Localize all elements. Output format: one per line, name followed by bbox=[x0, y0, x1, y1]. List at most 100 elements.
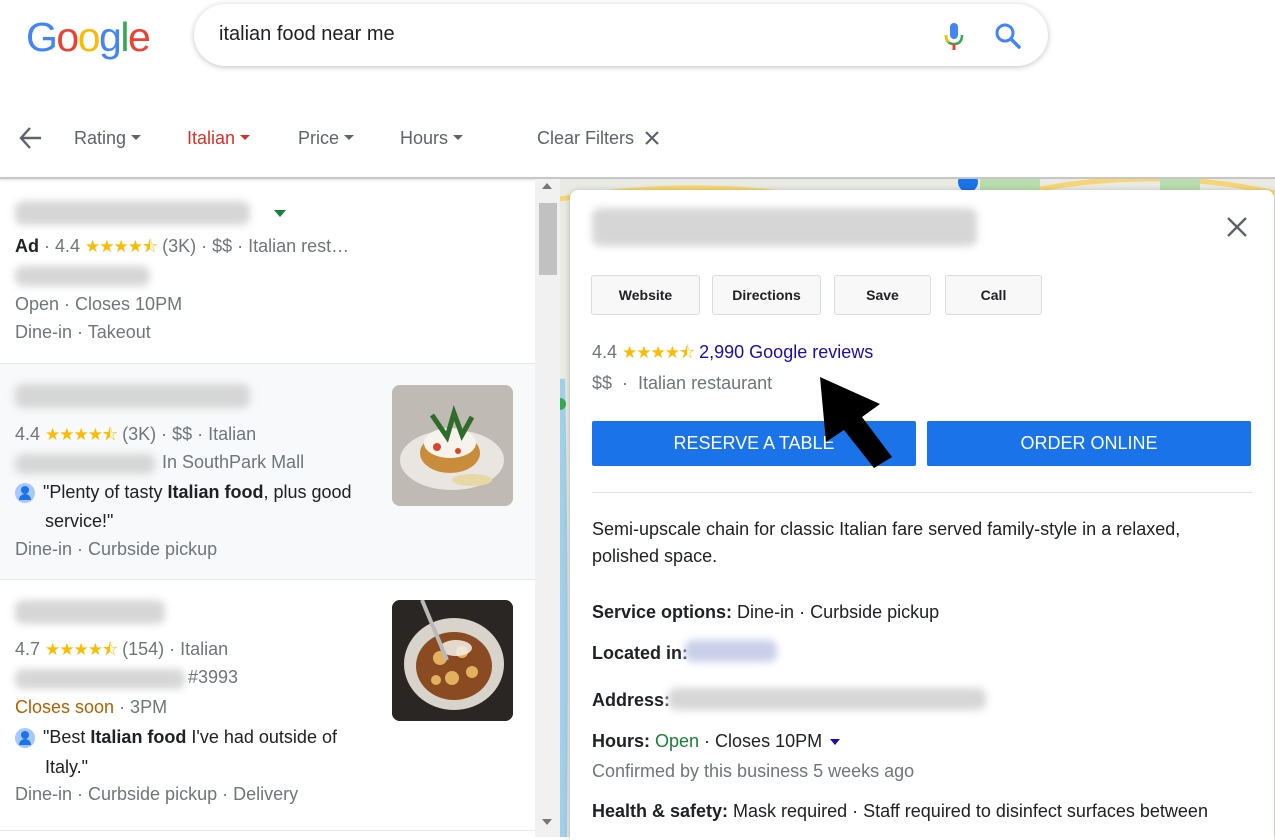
address-redacted bbox=[15, 454, 155, 474]
arrow-left-icon[interactable] bbox=[18, 125, 44, 156]
filter-price[interactable]: Price bbox=[298, 128, 355, 149]
hours-open-status: Open bbox=[650, 731, 700, 751]
scroll-down-icon[interactable] bbox=[542, 819, 552, 825]
search-box[interactable]: italian food near me bbox=[194, 4, 1048, 66]
service-options-row: Service options: Dine-in · Curbside pick… bbox=[592, 602, 939, 623]
result-meta: (154) · Italian bbox=[122, 639, 229, 659]
star-rating-icon: ★★★★⯪ bbox=[622, 343, 695, 362]
closes-soon-status: Closes soon bbox=[15, 697, 115, 717]
search-icon[interactable] bbox=[994, 22, 1022, 55]
order-online-button[interactable]: ORDER ONLINE bbox=[927, 421, 1251, 466]
address-suffix: #3993 bbox=[188, 667, 239, 687]
service-options-label: Service options: bbox=[592, 602, 733, 622]
rating-value: 4.4 bbox=[15, 424, 41, 444]
user-avatar-icon bbox=[15, 483, 35, 504]
filter-italian-label: Italian bbox=[187, 128, 236, 148]
address-value-redacted bbox=[668, 688, 986, 710]
filter-hours[interactable]: Hours bbox=[400, 128, 464, 149]
hours-text: Open · Closes 10PM bbox=[15, 294, 183, 314]
user-avatar-icon bbox=[15, 728, 35, 749]
description-line1: Semi-upscale chain for classic Italian f… bbox=[592, 519, 1181, 539]
filter-rating-label: Rating bbox=[74, 128, 127, 148]
logo-letter-g: G bbox=[26, 14, 58, 60]
located-in-label: Located in: bbox=[592, 643, 689, 663]
place-title-redacted bbox=[592, 208, 977, 246]
food-photo[interactable] bbox=[392, 600, 513, 721]
panel-divider bbox=[592, 492, 1252, 493]
filter-hours-label: Hours bbox=[400, 128, 449, 148]
google-reviews-link[interactable]: 2,990 Google reviews bbox=[699, 342, 873, 362]
location-text: In SouthPark Mall bbox=[162, 452, 305, 472]
result-card[interactable]: 4.4 ★★★★⯪ (3K) · $$ · Italian In SouthPa… bbox=[0, 364, 535, 580]
logo-letter-o2: o bbox=[77, 14, 101, 60]
rating-value: 4.7 bbox=[15, 639, 41, 659]
clear-filters-button[interactable]: Clear Filters bbox=[537, 128, 659, 149]
ad-caret-icon[interactable] bbox=[274, 210, 286, 217]
address-redacted bbox=[15, 266, 150, 286]
review-line2: Italy." bbox=[45, 757, 89, 777]
filter-rating[interactable]: Rating bbox=[74, 128, 142, 149]
microphone-icon[interactable] bbox=[942, 22, 966, 57]
hours-closing: · Closes 10PM bbox=[699, 731, 823, 751]
business-name-redacted bbox=[15, 600, 165, 624]
services-text: Dine-in · Curbside pickup bbox=[15, 539, 218, 559]
review-snippet: "Plenty of tasty Italian food, plus good bbox=[15, 482, 352, 504]
filter-price-label: Price bbox=[298, 128, 340, 148]
services-text: Dine-in · Takeout bbox=[15, 322, 151, 342]
clear-filters-label: Clear Filters bbox=[537, 128, 635, 148]
health-safety-row: Health & safety: Mask required · Staff r… bbox=[592, 801, 1208, 822]
result-card[interactable]: Ad · 4.4 ★★★★⯪ (3K) · $$ · Italian rest…… bbox=[0, 179, 535, 364]
hours-row: Hours: Open · Closes 10PM bbox=[592, 731, 841, 752]
review-bold: Italian food bbox=[167, 482, 264, 502]
hours-expand-icon[interactable] bbox=[830, 739, 841, 746]
rating-value: 4.4 bbox=[55, 236, 81, 256]
result-card[interactable]: 4.7 ★★★★⯪ (154) · Italian #3993 Closes s… bbox=[0, 580, 535, 831]
star-rating-icon: ★★★★⯪ bbox=[45, 425, 118, 444]
website-button[interactable]: Website bbox=[591, 275, 700, 315]
category-text: Italian restaurant bbox=[638, 373, 773, 393]
filter-italian[interactable]: Italian bbox=[187, 128, 251, 149]
place-details-panel: Website Directions Save Call 4.4 ★★★★⯪ 2… bbox=[570, 190, 1274, 840]
star-rating-icon: ★★★★⯪ bbox=[45, 640, 118, 659]
hours-label: Hours: bbox=[592, 731, 650, 751]
health-safety-value: Mask required · Staff required to disinf… bbox=[728, 801, 1208, 821]
logo-letter-g2: g bbox=[99, 14, 122, 60]
star-rating-icon: ★★★★⯪ bbox=[85, 237, 158, 256]
directions-button[interactable]: Directions bbox=[712, 275, 821, 315]
pointer-arrow-icon bbox=[810, 372, 900, 477]
result-meta: (3K) · $$ · Italian rest… bbox=[162, 236, 350, 256]
call-button[interactable]: Call bbox=[945, 275, 1042, 315]
review-post: I've had outside of bbox=[186, 727, 337, 747]
logo-letter-e: e bbox=[127, 14, 151, 60]
logo-letter-o1: o bbox=[56, 14, 79, 60]
located-in-row: Located in: bbox=[592, 643, 688, 664]
chevron-down-icon bbox=[240, 134, 251, 140]
review-snippet: "Best Italian food I've had outside of bbox=[15, 727, 337, 749]
confirmed-text: Confirmed by this business 5 weeks ago bbox=[592, 761, 915, 781]
review-pre: "Best bbox=[43, 727, 91, 747]
address-row: Address: bbox=[592, 690, 670, 711]
located-in-value-redacted[interactable] bbox=[685, 640, 777, 662]
google-logo[interactable]: Google bbox=[26, 14, 151, 61]
food-photo[interactable] bbox=[392, 385, 513, 506]
panel-rating-value: 4.4 bbox=[592, 342, 618, 362]
chevron-down-icon bbox=[453, 134, 464, 140]
scrollbar-thumb[interactable] bbox=[539, 203, 557, 275]
search-input[interactable]: italian food near me bbox=[219, 23, 395, 46]
list-scrollbar[interactable] bbox=[535, 179, 560, 837]
scroll-up-icon[interactable] bbox=[542, 183, 552, 189]
health-safety-label: Health & safety: bbox=[592, 801, 729, 821]
review-bold: Italian food bbox=[90, 727, 187, 747]
results-list[interactable]: Ad · 4.4 ★★★★⯪ (3K) · $$ · Italian rest…… bbox=[0, 179, 535, 837]
service-options-value: Dine-in · Curbside pickup bbox=[732, 602, 940, 622]
review-pre: "Plenty of tasty bbox=[43, 482, 168, 502]
business-name-redacted bbox=[15, 201, 250, 225]
close-icon[interactable] bbox=[1226, 216, 1248, 243]
ad-label: Ad bbox=[15, 236, 39, 256]
close-icon bbox=[645, 131, 659, 145]
chevron-down-icon bbox=[344, 134, 355, 140]
save-button[interactable]: Save bbox=[834, 275, 931, 315]
hours-rest: · 3PM bbox=[114, 697, 168, 717]
address-redacted bbox=[15, 669, 185, 689]
description-line2: polished space. bbox=[592, 546, 718, 566]
